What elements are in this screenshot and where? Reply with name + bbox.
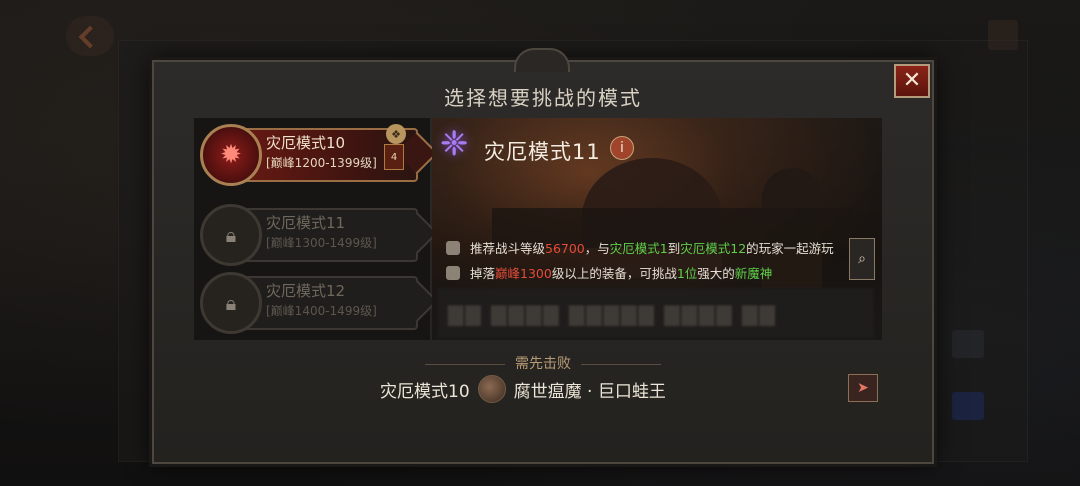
purple-rune-icon: ❈ xyxy=(440,124,469,164)
blurred-text-band: ▇▇ ▇▇▇▇ ▇▇▇▇▇ ▇▇▇▇ ▇▇ xyxy=(438,288,874,338)
requirement-power: 推荐战斗等级56700，与灾厄模式1到灾厄模式12的玩家一起游玩 xyxy=(446,238,834,257)
info-icon[interactable]: i xyxy=(610,136,634,160)
req-text: ，与 xyxy=(584,241,610,256)
req-mode-from: 灾厄模式1 xyxy=(609,241,668,256)
close-button[interactable]: ✕ xyxy=(894,64,930,98)
req-text: 掉落 xyxy=(469,266,495,281)
unlock-condition-label: 需先击败 xyxy=(154,353,932,373)
mode-item-12[interactable]: 🔒︎ 灾厄模式12 [巅峰1400-1499级] xyxy=(198,270,426,334)
detail-title: 灾厄模式11 xyxy=(484,140,601,164)
req-power-value: 56700 xyxy=(545,241,585,256)
background-button xyxy=(952,330,984,358)
req-boss-name: 新魔神 xyxy=(734,266,773,281)
mode-range: [巅峰1200-1399级] xyxy=(266,156,377,170)
wing-icon: ❖ xyxy=(386,124,406,144)
mode-select-dialog: 选择想要挑战的模式 ✕ ✹ 灾厄模式10 [巅峰1200-1399级] ❖ 4 … xyxy=(152,48,934,464)
requirement-drop: 掉落巅峰1300级以上的装备，可挑战1位强大的新魔神 xyxy=(446,263,772,282)
background-button xyxy=(952,392,984,420)
magnifier-icon[interactable]: ⌕ xyxy=(849,238,875,280)
lock-icon: 🔒︎ xyxy=(200,204,262,266)
demon-crest-icon: ✹ xyxy=(200,124,262,186)
mode-list: ✹ 灾厄模式10 [巅峰1200-1399级] ❖ 4 🔒︎ 灾厄模式11 [巅… xyxy=(194,118,430,340)
req-boss-count: 1位 xyxy=(676,266,698,281)
lock-icon: 🔒︎ xyxy=(200,272,262,334)
mode-name: 灾厄模式11 xyxy=(266,214,346,232)
req-mode-to: 灾厄模式12 xyxy=(680,241,747,256)
mode-item-11[interactable]: 🔒︎ 灾厄模式11 [巅峰1300-1499级] xyxy=(198,202,426,266)
back-arrow-icon xyxy=(66,16,114,56)
helmet-icon xyxy=(446,266,460,280)
req-text: 到 xyxy=(667,241,681,256)
mode-name: 灾厄模式12 xyxy=(266,282,346,300)
unlock-condition-row: 灾厄模式10 腐世瘟魔 · 巨口蛙王 xyxy=(380,374,666,404)
condition-boss: 腐世瘟魔 · 巨口蛙王 xyxy=(513,381,666,402)
mode-name: 灾厄模式10 xyxy=(266,134,346,152)
req-text: 强大的 xyxy=(697,266,735,281)
condition-mode: 灾厄模式10 xyxy=(380,381,470,402)
boss-portrait-icon xyxy=(477,375,506,403)
req-text: 级以上的装备，可挑战 xyxy=(551,266,677,281)
req-text: 的玩家一起游玩 xyxy=(746,241,834,256)
background-button xyxy=(988,20,1018,50)
navigate-arrow-icon[interactable]: ➤ xyxy=(848,374,878,402)
req-drop-level: 巅峰1300 xyxy=(495,266,552,281)
mode-range: [巅峰1300-1499级] xyxy=(266,236,377,250)
mode-detail-panel: ❈ 灾厄模式11 i 推荐战斗等级56700，与灾厄模式1到灾厄模式12的玩家一… xyxy=(432,118,882,340)
req-text: 推荐战斗等级 xyxy=(469,241,545,256)
mode-range: [巅峰1400-1499级] xyxy=(266,304,377,318)
level-badge: 4 xyxy=(384,144,404,170)
shield-icon xyxy=(446,241,460,255)
mode-item-10[interactable]: ✹ 灾厄模式10 [巅峰1200-1399级] ❖ 4 xyxy=(198,122,426,186)
dialog-title: 选择想要挑战的模式 xyxy=(444,86,642,110)
